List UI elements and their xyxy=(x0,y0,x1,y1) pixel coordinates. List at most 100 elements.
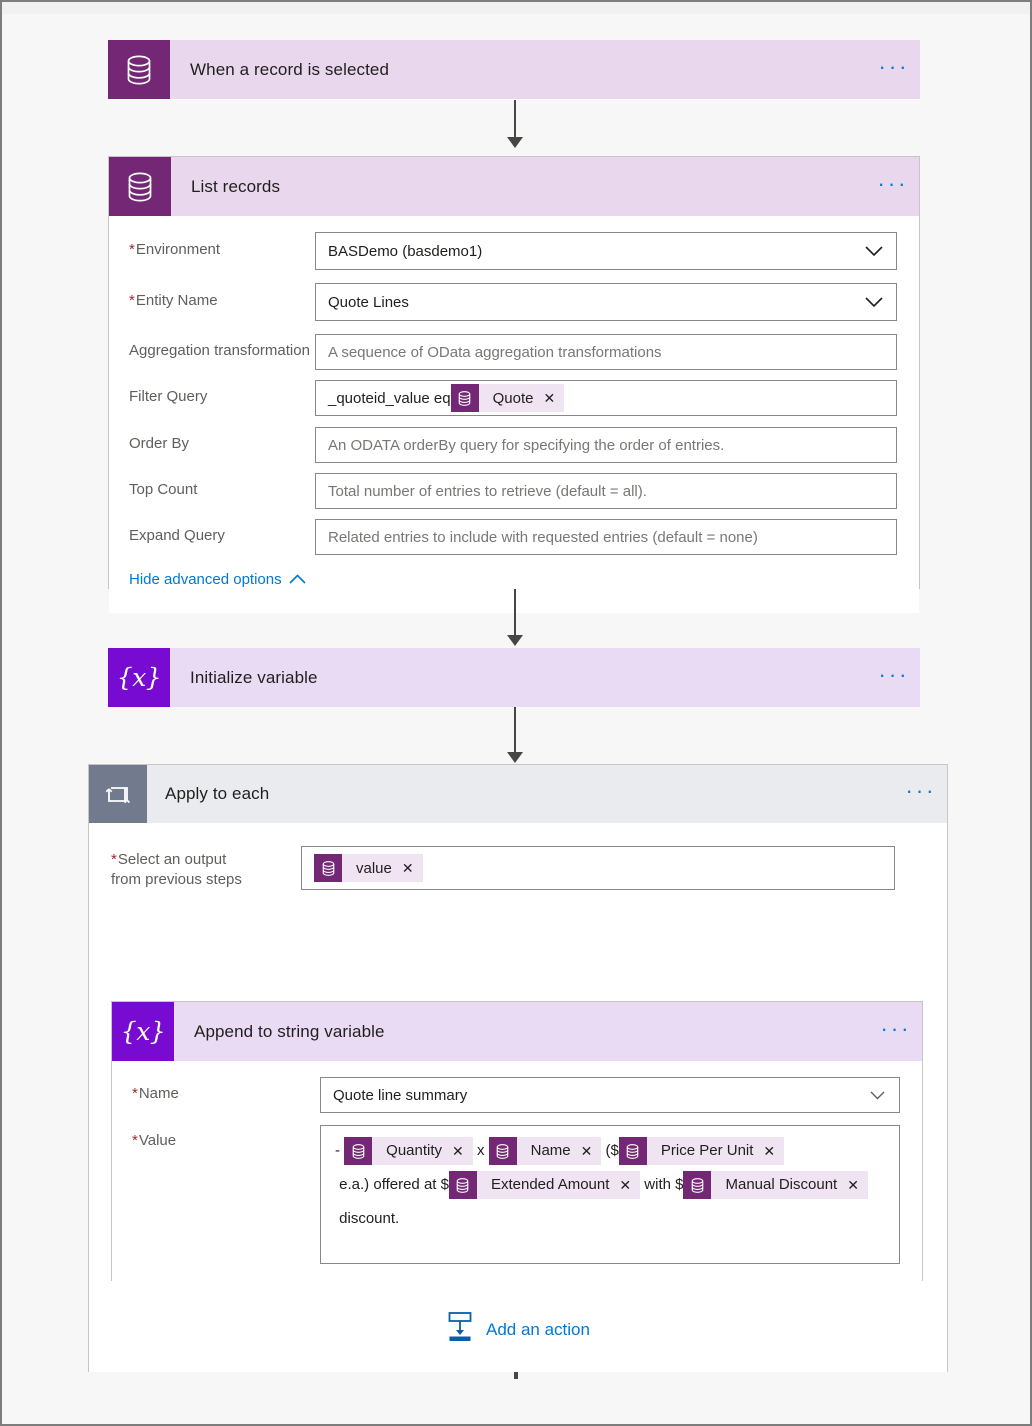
token-remove-icon[interactable]: ✕ xyxy=(845,1171,868,1199)
add-action-icon xyxy=(446,1312,474,1347)
token-chip-price-per-unit[interactable]: Price Per Unit ✕ xyxy=(618,1137,785,1166)
variable-name-dropdown[interactable]: Quote line summary xyxy=(320,1077,900,1113)
add-action-label: Add an action xyxy=(486,1319,590,1339)
field-label-expand-query: Expand Query xyxy=(129,527,225,544)
token-label: Price Per Unit xyxy=(660,1142,754,1160)
value-static-text: discount. xyxy=(335,1210,400,1227)
chevron-up-icon xyxy=(289,571,306,588)
form-row-order-by: Order By An ODATA orderBy query for spec… xyxy=(129,427,897,463)
connector-arrow-2 xyxy=(503,589,527,646)
card-menu-button[interactable]: ··· xyxy=(868,648,920,707)
hide-advanced-options-link[interactable]: Hide advanced options xyxy=(129,571,306,588)
card-title: List records xyxy=(191,176,281,196)
token-label: value xyxy=(356,859,392,877)
value-token-editor[interactable]: - Quantity ✕ x Name ✕ ($ Price Per Unit ✕ e.… xyxy=(320,1125,900,1264)
field-label-order-by: Order By xyxy=(129,435,190,452)
step-card-initialize-variable[interactable]: {x} Initialize variable ··· xyxy=(108,648,920,707)
placeholder-text: A sequence of OData aggregation transfor… xyxy=(328,343,662,361)
entity-name-dropdown[interactable]: Quote Lines xyxy=(315,283,897,321)
value-static-text: x xyxy=(472,1142,489,1159)
token-label: Quote xyxy=(492,389,534,407)
dataverse-database-icon xyxy=(618,1137,647,1166)
step-card-append-to-string-variable[interactable]: {x} Append to string variable ··· *Name … xyxy=(111,1001,923,1284)
card-header[interactable]: {x} Append to string variable ··· xyxy=(112,1002,922,1061)
add-an-action-button[interactable]: Add an action xyxy=(446,1312,590,1347)
card-title: Apply to each xyxy=(165,784,270,803)
card-menu-button[interactable]: ··· xyxy=(870,1002,922,1061)
token-remove-icon[interactable]: ✕ xyxy=(617,1171,640,1199)
select-output-input[interactable]: value ✕ xyxy=(301,846,895,890)
required-asterisk: * xyxy=(132,1085,138,1102)
dataverse-database-icon xyxy=(450,384,479,412)
token-remove-icon[interactable]: ✕ xyxy=(450,1137,473,1165)
field-label-aggregation-transformation: Aggregation transformation xyxy=(129,342,310,359)
token-label: Extended Amount xyxy=(490,1176,610,1194)
connector-arrow-1 xyxy=(503,100,527,148)
token-remove-icon[interactable]: ✕ xyxy=(761,1137,784,1165)
connector-arrow-3 xyxy=(503,707,527,763)
form-row-select-output: *Select an output from previous steps va… xyxy=(89,823,947,890)
token-chip-value[interactable]: value ✕ xyxy=(314,854,423,882)
chevron-down-icon xyxy=(864,241,884,261)
form-row-environment: *Environment BASDemo (basdemo1) xyxy=(129,232,897,270)
card-title: When a record is selected xyxy=(190,59,390,79)
variable-name-value: Quote line summary xyxy=(333,1086,468,1104)
dataverse-database-icon xyxy=(108,40,170,99)
loop-arrow-icon xyxy=(89,765,147,823)
step-card-when-a-record-is-selected[interactable]: When a record is selected ··· xyxy=(108,40,920,100)
step-card-list-records[interactable]: List records ··· *Environment BASDemo (b… xyxy=(108,156,920,613)
dataverse-database-icon xyxy=(488,1137,517,1166)
dataverse-database-icon xyxy=(344,1137,373,1166)
field-label-value: *Value xyxy=(132,1132,177,1149)
card-menu-button[interactable]: ··· xyxy=(868,40,920,99)
expand-query-input[interactable]: Related entries to include with requeste… xyxy=(315,519,897,555)
token-chip-manual-discount[interactable]: Manual Discount ✕ xyxy=(683,1171,868,1200)
token-chip-name[interactable]: Name ✕ xyxy=(488,1137,602,1166)
value-static-text: - xyxy=(335,1142,345,1159)
field-label-environment: *Environment xyxy=(129,241,221,258)
card-header[interactable]: When a record is selected ··· xyxy=(108,40,920,99)
environment-dropdown[interactable]: BASDemo (basdemo1) xyxy=(315,232,897,270)
dataverse-database-icon xyxy=(314,854,342,882)
step-card-apply-to-each[interactable]: Apply to each ··· *Select an output from… xyxy=(88,764,948,1372)
aggregation-transformation-input[interactable]: A sequence of OData aggregation transfor… xyxy=(315,334,897,370)
field-label-filter-query: Filter Query xyxy=(129,388,208,405)
top-count-input[interactable]: Total number of entries to retrieve (def… xyxy=(315,473,897,509)
order-by-input[interactable]: An ODATA orderBy query for specifying th… xyxy=(315,427,897,463)
environment-value: BASDemo (basdemo1) xyxy=(328,242,483,260)
value-static-text: with $ xyxy=(640,1176,684,1193)
token-chip-quantity[interactable]: Quantity ✕ xyxy=(344,1137,473,1166)
dataverse-database-icon xyxy=(683,1171,712,1200)
placeholder-text: Related entries to include with requeste… xyxy=(328,528,758,546)
required-asterisk: * xyxy=(111,851,117,868)
required-asterisk: * xyxy=(132,1132,138,1149)
card-title: Append to string variable xyxy=(194,1021,385,1041)
filter-query-prefix: _quoteid_value eq xyxy=(328,389,451,407)
dataverse-database-icon xyxy=(109,157,171,216)
token-remove-icon[interactable]: ✕ xyxy=(541,384,564,412)
canvas-top-strip xyxy=(2,2,1030,14)
form-row-filter-query: Filter Query _quoteid_value eq Quote ✕ xyxy=(129,380,897,416)
field-label-entity-name: *Entity Name xyxy=(129,292,218,309)
token-remove-icon[interactable]: ✕ xyxy=(579,1137,602,1165)
card-menu-button[interactable]: ··· xyxy=(895,765,947,823)
dataverse-database-icon xyxy=(448,1171,477,1200)
list-records-form: *Environment BASDemo (basdemo1) *Entity … xyxy=(109,216,919,613)
connector-stub-bottom xyxy=(514,1372,518,1379)
card-title: Initialize variable xyxy=(190,667,318,687)
token-label: Quantity xyxy=(386,1142,443,1160)
token-chip-extended-amount[interactable]: Extended Amount ✕ xyxy=(448,1171,641,1200)
form-row-aggregation-transformation: Aggregation transformation A sequence of… xyxy=(129,334,897,370)
card-menu-button[interactable]: ··· xyxy=(867,157,919,216)
card-header[interactable]: Apply to each ··· xyxy=(89,765,947,823)
field-label-top-count: Top Count xyxy=(129,481,198,498)
token-remove-icon[interactable]: ✕ xyxy=(400,854,423,882)
filter-query-input[interactable]: _quoteid_value eq Quote ✕ xyxy=(315,380,897,416)
entity-name-value: Quote Lines xyxy=(328,293,409,311)
card-header[interactable]: {x} Initialize variable ··· xyxy=(108,648,920,707)
variable-braces-icon: {x} xyxy=(108,648,170,707)
card-header[interactable]: List records ··· xyxy=(109,157,919,216)
token-chip-quote[interactable]: Quote ✕ xyxy=(450,384,565,412)
hide-advanced-options-label: Hide advanced options xyxy=(129,571,282,588)
form-row-top-count: Top Count Total number of entries to ret… xyxy=(129,473,897,509)
